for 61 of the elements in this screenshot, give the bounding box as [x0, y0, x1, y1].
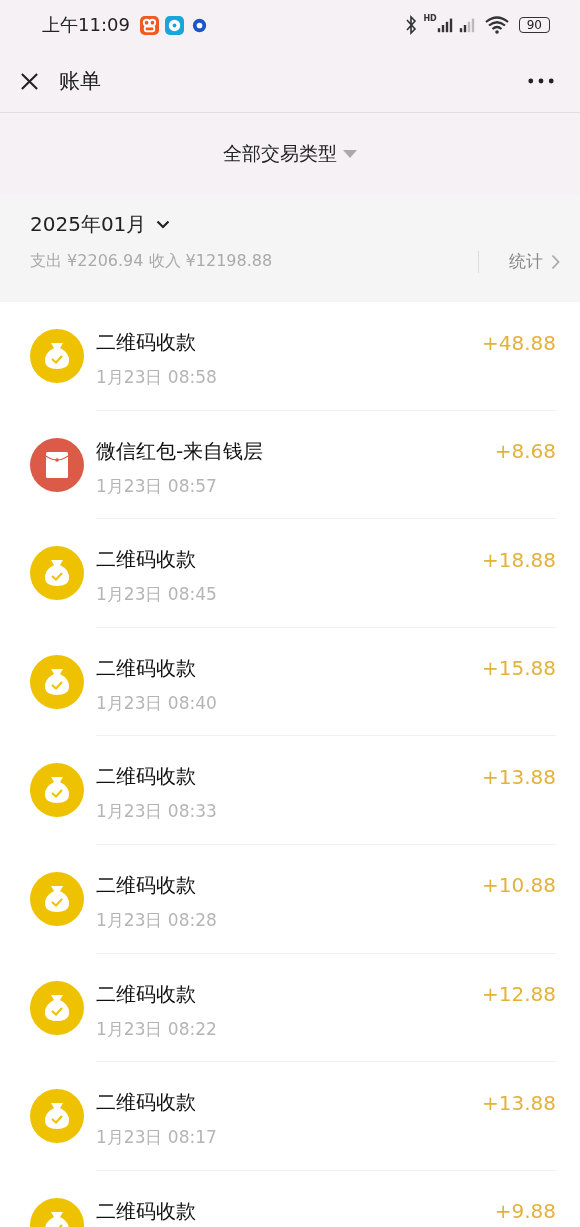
transaction-row[interactable]: 二维码收款 +48.88 1月23日 08:58	[0, 302, 580, 411]
transaction-row[interactable]: 二维码收款 +13.88 1月23日 08:33	[0, 736, 580, 845]
transaction-row[interactable]: 二维码收款 +13.88 1月23日 08:17	[0, 1062, 580, 1171]
transaction-amount: +48.88	[482, 330, 556, 355]
money-bag-icon	[30, 654, 84, 709]
transaction-title: 二维码收款	[96, 1197, 196, 1225]
transaction-time: 1月23日 08:45	[96, 583, 218, 607]
dropdown-triangle-icon	[343, 150, 357, 158]
transaction-title: 二维码收款	[96, 654, 196, 682]
transaction-row[interactable]: 微信红包-来自钱层 +8.68 1月23日 08:57	[0, 410, 580, 520]
network-label: HD	[423, 14, 437, 23]
transaction-title: 二维码收款	[96, 546, 196, 574]
transaction-amount: +13.88	[482, 764, 556, 789]
status-time: 上午11:09	[42, 13, 130, 37]
transaction-amount: +18.88	[482, 547, 556, 572]
chat-app-icon	[164, 15, 184, 35]
transaction-amount: +9.88	[494, 1199, 556, 1224]
transaction-row[interactable]: 二维码收款 +9.88	[0, 1170, 580, 1227]
chevron-down-icon	[156, 220, 171, 229]
money-bag-icon	[30, 1089, 84, 1144]
transaction-amount: +8.68	[494, 439, 556, 464]
money-bag-icon	[30, 546, 84, 601]
transaction-amount: +10.88	[482, 873, 556, 898]
signal-icon	[436, 17, 453, 33]
month-picker[interactable]: 2025年01月	[30, 211, 171, 238]
transaction-row[interactable]: 二维码收款 +12.88 1月23日 08:22	[0, 953, 580, 1063]
transaction-title: 微信红包-来自钱层	[96, 437, 264, 465]
chevron-right-icon	[551, 253, 560, 270]
page-title: 账单	[59, 68, 101, 95]
transaction-title: 二维码收款	[96, 980, 196, 1008]
transaction-time: 1月23日 08:40	[96, 691, 218, 715]
transaction-title: 二维码收款	[96, 1089, 196, 1117]
transaction-type-dropdown[interactable]: 全部交易类型	[219, 137, 361, 171]
money-bag-icon	[30, 871, 84, 926]
money-bag-icon	[30, 329, 84, 383]
transaction-amount: +13.88	[482, 1090, 556, 1115]
transaction-title: 二维码收款	[96, 763, 196, 791]
transaction-amount: +15.88	[482, 656, 556, 681]
transaction-amount: +12.88	[482, 982, 556, 1007]
transaction-time: 1月23日 08:57	[96, 474, 218, 498]
monthly-totals: 支出 ¥2206.94 收入 ¥12198.88	[30, 251, 273, 272]
envelope-icon	[30, 437, 84, 492]
transaction-time: 1月23日 08:28	[96, 908, 218, 932]
close-icon[interactable]	[20, 71, 39, 91]
transaction-title: 二维码收款	[96, 329, 196, 356]
transaction-title: 二维码收款	[96, 871, 196, 899]
transaction-time: 1月23日 08:58	[96, 366, 218, 389]
more-icon[interactable]	[528, 78, 554, 84]
transaction-row[interactable]: 二维码收款 +18.88 1月23日 08:45	[0, 519, 580, 628]
transaction-time: 1月23日 08:17	[96, 1126, 218, 1150]
money-bag-icon	[30, 980, 84, 1035]
bluetooth-icon	[405, 15, 418, 35]
wifi-icon	[484, 16, 509, 34]
battery-indicator: 90	[518, 17, 550, 33]
transaction-time: 1月23日 08:33	[96, 800, 218, 824]
transaction-time: 1月23日 08:22	[96, 1017, 218, 1041]
transaction-row[interactable]: 二维码收款 +10.88 1月23日 08:28	[0, 844, 580, 954]
transaction-row[interactable]: 二维码收款 +15.88 1月23日 08:40	[0, 627, 580, 737]
app-icon	[139, 15, 159, 35]
signal-icon	[458, 17, 475, 33]
money-bag-icon	[30, 763, 84, 818]
